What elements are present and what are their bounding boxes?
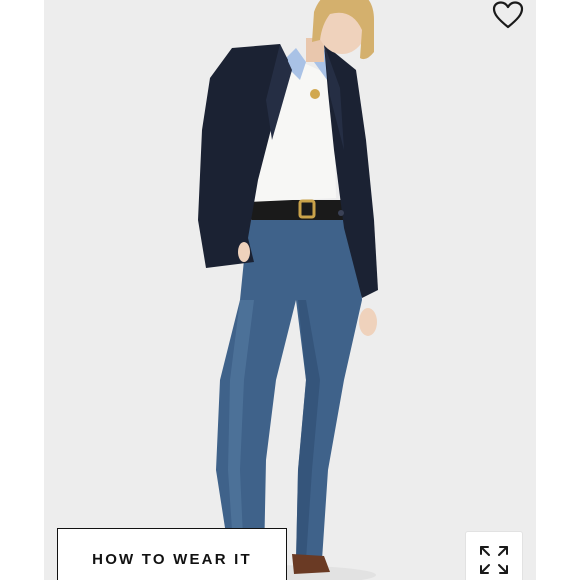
expand-image-button[interactable] xyxy=(466,532,522,580)
how-to-wear-button[interactable]: HOW TO WEAR IT xyxy=(57,528,287,580)
heart-outline-icon xyxy=(492,1,524,29)
how-to-wear-label: HOW TO WEAR IT xyxy=(92,551,252,568)
model-illustration xyxy=(44,0,536,580)
product-photo xyxy=(44,0,536,580)
product-gallery: HOW TO WEAR IT xyxy=(0,0,580,580)
expand-arrows-icon xyxy=(480,546,508,574)
favorite-button[interactable] xyxy=(490,0,526,30)
